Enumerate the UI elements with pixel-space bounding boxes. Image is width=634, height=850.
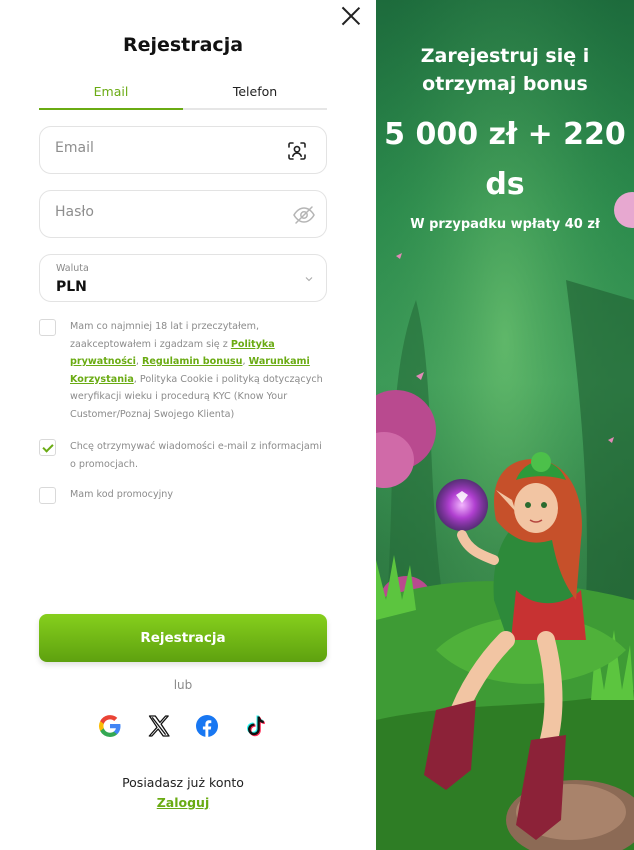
google-icon[interactable] [98, 714, 122, 738]
terms-checkbox[interactable] [39, 319, 56, 336]
password-field [39, 190, 327, 238]
face-scan-icon[interactable] [286, 140, 308, 162]
or-divider-text: lub [173, 678, 193, 692]
currency-select[interactable]: Waluta PLN [39, 254, 327, 302]
promo-condition: W przypadku wpłaty 40 zł [410, 217, 600, 232]
tiktok-icon[interactable] [244, 714, 268, 738]
email-field [39, 126, 327, 174]
newsletter-checkbox[interactable] [39, 439, 56, 456]
facebook-icon[interactable] [195, 714, 219, 738]
promo-banner: Zarejestruj się i otrzymaj bonus 5 000 z… [376, 0, 634, 850]
password-input[interactable] [55, 204, 275, 220]
have-account-text: Posiadasz już konto [122, 775, 244, 790]
promo-headline: Zarejestruj się i otrzymaj bonus [420, 45, 590, 95]
register-button[interactable]: Rejestracja [39, 614, 327, 662]
tabs: Email Telefon [39, 84, 327, 110]
x-icon[interactable] [147, 714, 171, 738]
promo-bonus: 5 000 zł + 220 ds [384, 117, 626, 202]
promo-code-checkbox[interactable] [39, 487, 56, 504]
tab-email[interactable]: Email [39, 84, 183, 110]
email-input[interactable] [55, 140, 275, 156]
terms-checkbox-row: Mam co najmniej 18 lat i przeczytałem, z… [39, 318, 329, 423]
currency-value: PLN [56, 279, 87, 295]
terms-text: Mam co najmniej 18 lat i przeczytałem, z… [70, 321, 323, 420]
promo-code-text: Mam kod promocyjny [70, 489, 174, 500]
newsletter-checkbox-row: Chcę otrzymywać wiadomości e-mail z info… [39, 438, 329, 473]
bonus-terms-link[interactable]: Regulamin bonusu [142, 356, 242, 367]
login-link[interactable]: Zaloguj [39, 795, 327, 810]
newsletter-text: Chcę otrzymywać wiadomości e-mail z info… [70, 441, 322, 470]
tab-phone[interactable]: Telefon [183, 84, 327, 108]
close-icon[interactable] [340, 4, 362, 26]
currency-label: Waluta [56, 263, 89, 274]
page-title: Rejestracja [122, 34, 244, 56]
registration-panel: Rejestracja Email Telefon Waluta PLN Mam… [0, 0, 376, 850]
promo-code-checkbox-row: Mam kod promocyjny [39, 486, 329, 504]
eye-off-icon[interactable] [292, 203, 316, 227]
chevron-down-icon [305, 277, 313, 282]
